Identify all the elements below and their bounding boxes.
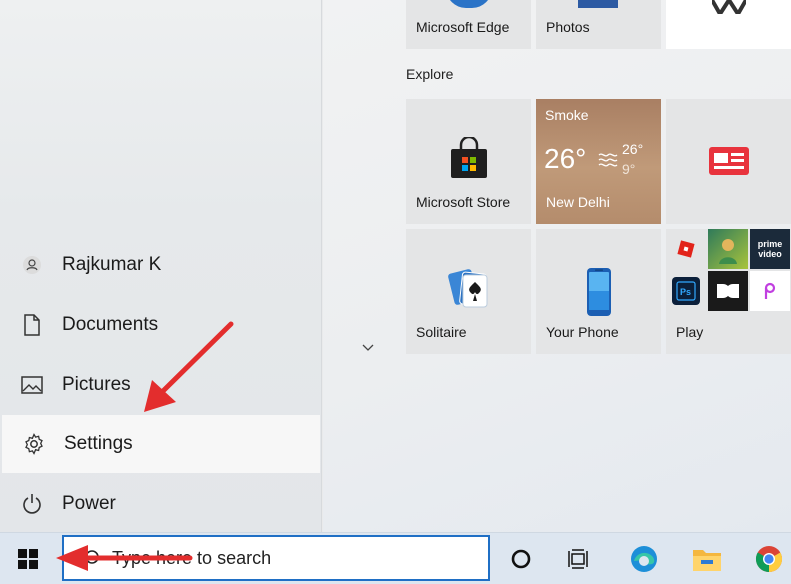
smoke-icon: [598, 153, 618, 167]
start-menu-left-pane: Rajkumar K Documents Pictures Settings P…: [0, 0, 322, 532]
tile-microsoft-edge[interactable]: Microsoft Edge: [406, 0, 531, 49]
document-icon: [20, 313, 44, 337]
tile-label: Photos: [546, 19, 590, 35]
photos-icon: [578, 0, 618, 8]
dolby-icon: [708, 271, 748, 311]
roblox-icon: [666, 229, 706, 269]
pictures-item[interactable]: Pictures: [0, 356, 320, 414]
phone-icon: [536, 267, 661, 317]
tile-solitaire[interactable]: Solitaire: [406, 229, 531, 354]
store-icon: [406, 137, 531, 179]
user-account-item[interactable]: Rajkumar K: [0, 236, 320, 294]
start-button[interactable]: [10, 543, 46, 575]
settings-label: Settings: [64, 433, 133, 454]
edge-icon: [446, 0, 492, 8]
tile-label: Play: [676, 324, 704, 340]
taskbar-search-box[interactable]: Type here to search: [62, 535, 490, 581]
gear-icon: [22, 432, 46, 456]
chevron-down-icon[interactable]: [360, 340, 376, 352]
power-item[interactable]: Power: [0, 475, 320, 533]
cortana-icon[interactable]: [503, 541, 539, 577]
task-view-icon[interactable]: [560, 541, 596, 577]
chrome-icon[interactable]: [751, 541, 787, 577]
windows-logo-icon: [18, 549, 38, 569]
edge-icon[interactable]: [626, 541, 662, 577]
weather-condition: Smoke: [545, 107, 589, 123]
picsart-icon: [750, 271, 790, 311]
photoshop-express-icon: Ps: [666, 271, 706, 311]
user-icon: [20, 253, 44, 277]
weather-low: 9°: [622, 161, 636, 177]
tile-your-phone[interactable]: Your Phone: [536, 229, 661, 354]
power-label: Power: [62, 493, 116, 514]
weather-high: 26°: [622, 141, 644, 157]
tile-label: Microsoft Edge: [416, 19, 510, 35]
tile-weather[interactable]: Smoke 26° 26° 9° New Delhi: [536, 99, 661, 224]
search-icon: [80, 549, 100, 574]
documents-item[interactable]: Documents: [0, 296, 320, 354]
weather-temperature: 26°: [544, 143, 587, 174]
tile-news[interactable]: [666, 99, 791, 224]
power-icon: [20, 492, 44, 516]
app-logo-icon: [712, 0, 746, 14]
search-placeholder: Type here to search: [112, 547, 272, 568]
svg-text:Ps: Ps: [680, 287, 691, 297]
documents-label: Documents: [62, 314, 159, 335]
tile-play-folder[interactable]: prime video Ps Play: [666, 229, 791, 354]
pictures-icon: [20, 373, 44, 397]
settings-item[interactable]: Settings: [2, 415, 320, 473]
weather-city: New Delhi: [546, 194, 610, 210]
tile-microsoft-store[interactable]: Microsoft Store: [406, 99, 531, 224]
game-icon: [708, 229, 748, 269]
taskbar: Type here to search: [0, 532, 791, 584]
news-icon: [666, 145, 791, 177]
solitaire-icon: [406, 265, 531, 311]
file-explorer-icon[interactable]: [689, 541, 725, 577]
tile-label: Solitaire: [416, 324, 467, 340]
tile-label: Your Phone: [546, 324, 619, 340]
tile-label: Microsoft Store: [416, 194, 511, 210]
tile-app-partial[interactable]: [666, 0, 791, 49]
tile-photos[interactable]: Photos: [536, 0, 661, 49]
user-name-label: Rajkumar K: [62, 254, 162, 275]
group-label-explore: Explore: [406, 66, 454, 82]
prime-video-icon: prime video: [750, 229, 790, 269]
pictures-label: Pictures: [62, 374, 131, 395]
